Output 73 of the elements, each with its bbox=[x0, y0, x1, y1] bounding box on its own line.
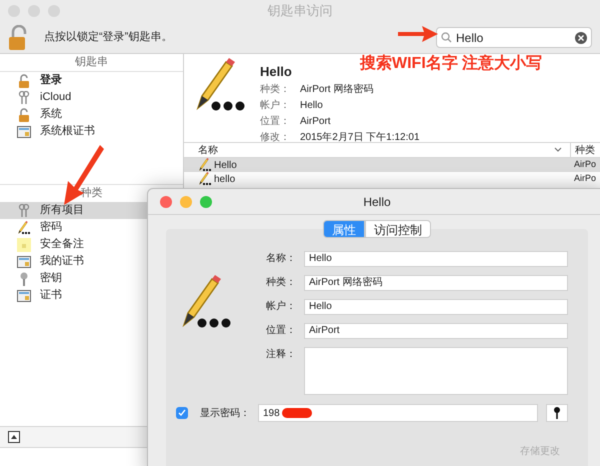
key-icon bbox=[19, 272, 29, 286]
category-item[interactable]: 密码 bbox=[0, 219, 183, 236]
pencil-icon bbox=[17, 220, 31, 234]
keychain-item[interactable]: iCloud bbox=[0, 89, 183, 106]
category-item[interactable]: 安全备注 bbox=[0, 236, 183, 253]
keychain-label: iCloud bbox=[40, 90, 72, 106]
table-cell-text: hello bbox=[214, 172, 236, 186]
category-item[interactable]: 我的证书 bbox=[0, 253, 183, 270]
annotation-text: 搜索WIFI名字 注意大小写 bbox=[360, 53, 542, 74]
field-label: 种类： bbox=[260, 82, 291, 97]
lock-hint: 点按以锁定“登录”钥匙串。 bbox=[44, 30, 172, 46]
pencil-icon bbox=[198, 172, 212, 186]
certificate-icon bbox=[17, 256, 31, 268]
field-label: 位置： bbox=[260, 114, 291, 129]
field-value: Hello bbox=[300, 99, 323, 113]
info-toggle-icon[interactable] bbox=[8, 431, 20, 443]
table-cell-text: AirPo bbox=[573, 158, 598, 172]
password-field[interactable]: 198 bbox=[258, 404, 538, 422]
keys-icon bbox=[18, 204, 30, 218]
key-button[interactable] bbox=[546, 404, 568, 422]
keychain-item[interactable]: 登录 bbox=[0, 72, 183, 89]
search-field[interactable]: Hello bbox=[436, 27, 592, 48]
field-value: AirPort bbox=[300, 115, 331, 129]
column-header[interactable]: 名称 bbox=[184, 142, 554, 158]
checkbox[interactable] bbox=[176, 407, 188, 419]
field-label: 名称： bbox=[265, 252, 296, 266]
padlock-icon bbox=[18, 108, 30, 122]
certificate-icon bbox=[17, 290, 31, 302]
table-cell-text: Hello bbox=[214, 158, 238, 172]
field-label: 帐户： bbox=[265, 300, 296, 314]
chevron-icon bbox=[554, 147, 562, 153]
input-field[interactable]: AirPort 网络密码 bbox=[304, 275, 568, 291]
clear-icon[interactable] bbox=[575, 32, 587, 44]
note-icon bbox=[17, 238, 31, 252]
field-label: 修改： bbox=[260, 131, 291, 145]
window-title: 钥匙串访问 bbox=[268, 2, 332, 20]
keychain-label: 系统根证书 bbox=[40, 124, 95, 140]
input-field[interactable]: Hello bbox=[304, 251, 568, 267]
arrow-icon bbox=[398, 25, 438, 43]
field-label: 帐户： bbox=[260, 98, 291, 113]
keychain-label: 系统 bbox=[40, 106, 62, 122]
close-button[interactable] bbox=[160, 196, 172, 208]
keychain-item[interactable]: 系统 bbox=[0, 106, 183, 123]
keys-icon bbox=[18, 90, 30, 104]
field-label: 显示密码： bbox=[199, 406, 250, 420]
padlock-icon bbox=[18, 74, 30, 88]
redaction-mark bbox=[282, 408, 312, 418]
comment-field[interactable] bbox=[304, 347, 568, 395]
keychain-item[interactable]: 系统根证书 bbox=[0, 123, 183, 140]
field-label: 位置： bbox=[265, 324, 296, 338]
search-icon bbox=[441, 32, 452, 43]
keychain-label: 登录 bbox=[40, 72, 62, 88]
zoom-button[interactable] bbox=[200, 196, 212, 208]
tab[interactable]: 访问控制 bbox=[365, 220, 431, 238]
minimize-button[interactable] bbox=[180, 196, 192, 208]
pencil-icon bbox=[198, 158, 212, 172]
input-field[interactable]: Hello bbox=[304, 299, 568, 315]
table-row[interactable]: Hello AirPo bbox=[184, 158, 600, 172]
table-cell-text: AirPo bbox=[573, 172, 598, 186]
window-title: Hello bbox=[363, 194, 391, 210]
input-field[interactable]: AirPort bbox=[304, 323, 568, 339]
section-header: 钥匙串 bbox=[0, 54, 183, 72]
certificate-icon bbox=[17, 126, 31, 138]
key-icon bbox=[553, 407, 561, 419]
category-item[interactable]: 证书 bbox=[0, 287, 183, 304]
field-value: 2015年2月7日 下午1:12:01 bbox=[300, 131, 420, 145]
item-name: Hello bbox=[260, 63, 292, 81]
table-row[interactable]: hello AirPo bbox=[184, 172, 600, 186]
checkmark-icon bbox=[178, 409, 186, 417]
field-label: 种类： bbox=[265, 276, 296, 290]
field-value: AirPort 网络密码 bbox=[300, 82, 374, 97]
field-label: 注释： bbox=[265, 348, 296, 362]
category-item[interactable]: 密钥 bbox=[0, 270, 183, 287]
